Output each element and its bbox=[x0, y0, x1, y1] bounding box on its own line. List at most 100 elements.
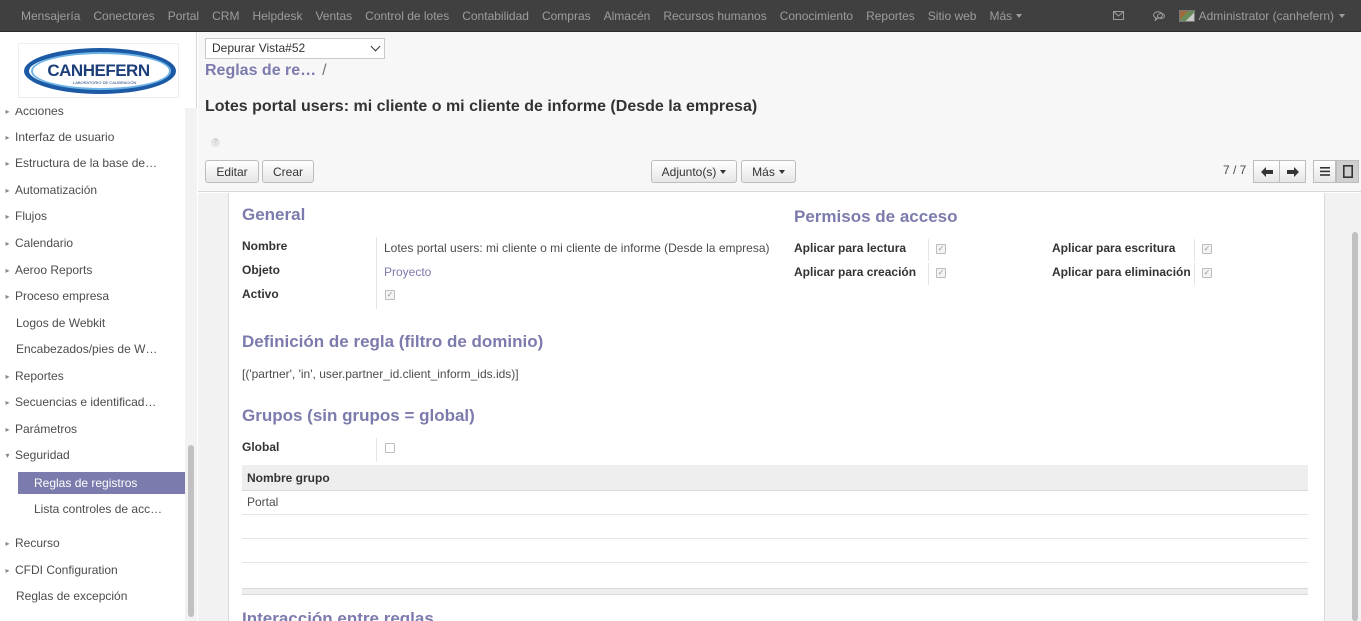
sidebar-item-calendario[interactable]: ▸ Calendario bbox=[0, 232, 185, 254]
arrow-right-icon bbox=[1286, 166, 1299, 177]
chevron-down-icon bbox=[1016, 14, 1023, 19]
sidebar-item-acciones[interactable]: ▸ Acciones bbox=[0, 108, 185, 122]
attachments-dropdown[interactable]: Adjunto(s) bbox=[651, 160, 737, 183]
menu-crm[interactable]: CRM bbox=[205, 9, 245, 23]
avatar[interactable] bbox=[1178, 9, 1195, 22]
sidebar-item-seguridad[interactable]: ▾ Seguridad bbox=[0, 444, 185, 466]
sidebar-item-proceso[interactable]: ▸ Proceso empresa bbox=[0, 285, 185, 307]
global-checkbox[interactable] bbox=[385, 443, 395, 453]
sidebar: CANHEFERN LABORATORIO DE CALIBRACIÓN ▸ Ac… bbox=[0, 32, 197, 621]
menu-conocimiento[interactable]: Conocimiento bbox=[773, 9, 859, 23]
menu-recursos-humanos[interactable]: Recursos humanos bbox=[656, 9, 772, 23]
field-value-name[interactable]: Lotes portal users: mi cliente o mi clie… bbox=[384, 241, 770, 255]
section-title-general: General bbox=[242, 205, 306, 224]
menu-ventas[interactable]: Ventas bbox=[308, 9, 358, 23]
menu-contabilidad[interactable]: Contabilidad bbox=[455, 9, 535, 23]
breadcrumb-link[interactable]: Reglas de re… bbox=[205, 62, 316, 79]
groups-table-footer bbox=[242, 588, 1308, 595]
user-name[interactable]: Administrator (canhefern) bbox=[1199, 9, 1334, 23]
list-icon bbox=[1319, 167, 1330, 176]
caret-right-icon: ▸ bbox=[5, 397, 10, 407]
field-label-global: Global bbox=[242, 440, 280, 454]
field-divider bbox=[376, 285, 377, 309]
field-value-object-link[interactable]: Proyecto bbox=[384, 265, 431, 279]
form-view-button[interactable] bbox=[1336, 160, 1359, 183]
sidebar-item-lista-controles[interactable]: Lista controles de acc… bbox=[0, 498, 185, 520]
sidebar-item-label: Logos de Webkit bbox=[16, 316, 106, 330]
perm-read-checkbox[interactable]: ✓ bbox=[936, 244, 946, 254]
sidebar-item-label: Calendario bbox=[15, 236, 74, 250]
column-header-group-name[interactable]: Nombre grupo bbox=[247, 471, 330, 485]
create-button-label: Crear bbox=[272, 164, 303, 179]
form-sheet: General Nombre Lotes portal users: mi cl… bbox=[228, 193, 1325, 621]
sidebar-item-label: Interfaz de usuario bbox=[15, 130, 115, 144]
menu-mas[interactable]: Más bbox=[982, 9, 1028, 23]
field-label-name: Nombre bbox=[242, 239, 288, 253]
pager-value: 7 / 7 bbox=[1223, 163, 1247, 177]
sidebar-item-secuencias[interactable]: ▸ Secuencias e identificad… bbox=[0, 391, 185, 413]
sidebar-item-flujos[interactable]: ▸ Flujos bbox=[0, 205, 185, 227]
perm-label-write: Aplicar para escritura bbox=[1052, 241, 1176, 255]
perm-label-read: Aplicar para lectura bbox=[794, 241, 907, 255]
perm-create-checkbox[interactable]: ✓ bbox=[936, 268, 946, 278]
groups-table-header: Nombre grupo bbox=[242, 465, 1308, 491]
logo-brand: CANHEFERN bbox=[47, 60, 150, 80]
pager-next-button[interactable] bbox=[1279, 160, 1306, 183]
sidebar-item-recurso[interactable]: ▸ Recurso bbox=[0, 532, 185, 554]
menu-compras[interactable]: Compras bbox=[535, 9, 597, 23]
domain-filter-value[interactable]: [('partner', 'in', user.partner_id.clien… bbox=[242, 367, 519, 381]
section-title-rule: Definición de regla (filtro de dominio) bbox=[242, 332, 544, 351]
menu-almacen[interactable]: Almacén bbox=[597, 9, 657, 23]
active-checkbox[interactable]: ✓ bbox=[385, 290, 395, 300]
caret-right-icon: ▸ bbox=[5, 132, 10, 142]
sidebar-item-reglas-registros[interactable]: Reglas de registros bbox=[18, 472, 185, 494]
caret-right-icon: ▸ bbox=[5, 565, 10, 575]
more-dropdown[interactable]: Más bbox=[741, 160, 796, 183]
perm-delete-checkbox[interactable]: ✓ bbox=[1202, 268, 1212, 278]
top-navbar: Mensajería Conectores Portal CRM Helpdes… bbox=[0, 0, 1361, 32]
menu-conectores[interactable]: Conectores bbox=[86, 9, 160, 23]
sidebar-item-interfaz[interactable]: ▸ Interfaz de usuario bbox=[0, 126, 185, 148]
mail-icon[interactable] bbox=[1111, 8, 1127, 24]
debug-view-value: Depurar Vista#52 bbox=[212, 41, 306, 55]
sidebar-item-reportes[interactable]: ▸ Reportes bbox=[0, 365, 185, 387]
create-button[interactable]: Crear bbox=[262, 160, 314, 183]
logo-subtext: LABORATORIO DE CALIBRACIÓN bbox=[73, 80, 137, 85]
menu-helpdesk[interactable]: Helpdesk bbox=[245, 9, 308, 23]
list-view-button[interactable] bbox=[1313, 160, 1336, 183]
breadcrumb: Reglas de re… / bbox=[205, 62, 327, 80]
menu-mensajeria[interactable]: Mensajería bbox=[14, 9, 86, 23]
sidebar-item-estructura[interactable]: ▸ Estructura de la base de… bbox=[0, 152, 185, 174]
sidebar-item-automatizacion[interactable]: ▸ Automatización bbox=[0, 179, 185, 201]
menu-control-lotes[interactable]: Control de lotes bbox=[358, 9, 455, 23]
caret-right-icon: ▸ bbox=[5, 185, 10, 195]
sidebar-item-parametros[interactable]: ▸ Parámetros bbox=[0, 418, 185, 440]
sidebar-item-label: Seguridad bbox=[15, 448, 70, 462]
user-area: Administrator (canhefern) bbox=[1099, 0, 1345, 31]
breadcrumb-separator: / bbox=[322, 62, 327, 79]
caret-right-icon: ▸ bbox=[5, 371, 10, 381]
more-label: Más bbox=[752, 164, 775, 179]
sidebar-scrollbar-thumb[interactable] bbox=[188, 445, 194, 617]
menu-reportes[interactable]: Reportes bbox=[859, 9, 921, 23]
sidebar-item-logos-webkit[interactable]: Logos de Webkit bbox=[0, 312, 185, 334]
sidebar-item-reglas-excepcion[interactable]: Reglas de excepción bbox=[0, 585, 185, 607]
company-logo[interactable]: CANHEFERN LABORATORIO DE CALIBRACIÓN bbox=[18, 43, 179, 98]
menu-sitio-web[interactable]: Sitio web bbox=[921, 9, 983, 23]
sidebar-item-aeroo[interactable]: ▸ Aeroo Reports bbox=[0, 259, 185, 281]
menu-mas-label: Más bbox=[989, 8, 1013, 23]
sidebar-item-label: Reglas de registros bbox=[34, 476, 138, 490]
table-row[interactable]: Portal bbox=[242, 491, 1308, 515]
help-icon[interactable]: ? bbox=[211, 138, 220, 147]
menu-portal[interactable]: Portal bbox=[161, 9, 205, 23]
sidebar-item-label: Automatización bbox=[15, 183, 98, 197]
debug-view-select[interactable]: Depurar Vista#52 bbox=[205, 38, 385, 59]
chat-icon[interactable] bbox=[1151, 8, 1167, 24]
sidebar-item-encabezados[interactable]: Encabezados/pies de W… bbox=[0, 338, 185, 360]
pager-previous-button[interactable] bbox=[1253, 160, 1280, 183]
field-label-object: Objeto bbox=[242, 263, 280, 277]
sidebar-item-cfdi[interactable]: ▸ CFDI Configuration bbox=[0, 559, 185, 581]
edit-button[interactable]: Editar bbox=[205, 160, 259, 183]
perm-write-checkbox[interactable]: ✓ bbox=[1202, 244, 1212, 254]
main-scrollbar-thumb[interactable] bbox=[1352, 232, 1358, 621]
